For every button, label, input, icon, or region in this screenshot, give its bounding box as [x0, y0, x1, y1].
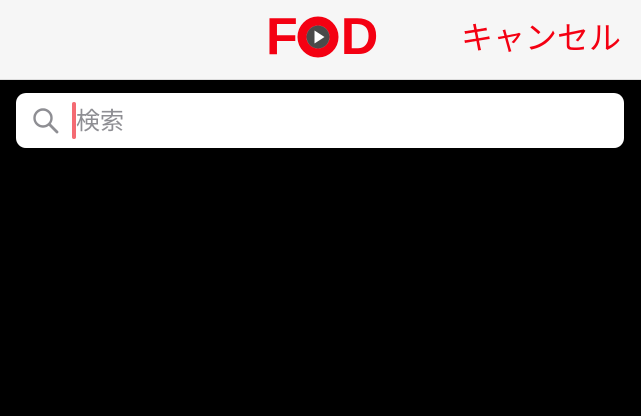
play-icon — [297, 16, 339, 58]
logo-letter-d: D — [340, 8, 379, 66]
fod-logo: F D — [266, 8, 379, 66]
search-results-area — [0, 160, 641, 416]
logo-letter-f: F — [266, 8, 298, 66]
search-screen: F D キャンセル — [0, 0, 641, 416]
navigation-bar: F D キャンセル — [0, 0, 641, 80]
cancel-button[interactable]: キャンセル — [461, 18, 621, 58]
search-icon — [33, 108, 59, 134]
search-input[interactable] — [74, 101, 606, 140]
search-bar[interactable] — [16, 93, 624, 148]
